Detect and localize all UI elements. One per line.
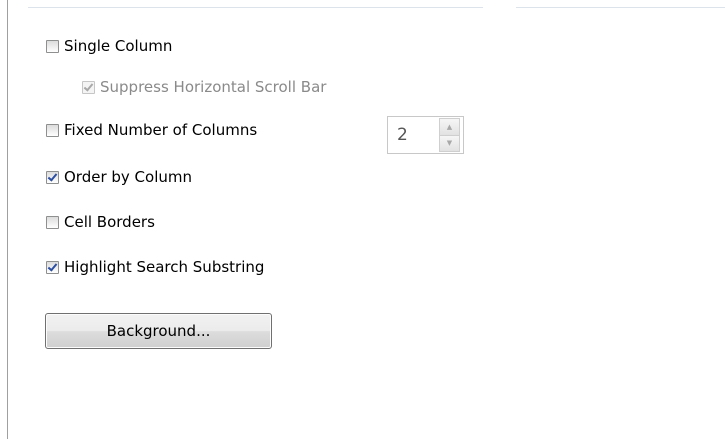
top-separator-left bbox=[28, 7, 483, 8]
single-column-option[interactable]: Single Column bbox=[46, 35, 172, 57]
cell-borders-option[interactable]: Cell Borders bbox=[46, 211, 155, 233]
cell-borders-label: Cell Borders bbox=[64, 213, 155, 231]
fixed-number-of-columns-label: Fixed Number of Columns bbox=[64, 121, 258, 139]
suppress-horizontal-scroll-bar-label: Suppress Horizontal Scroll Bar bbox=[100, 78, 327, 96]
background-button[interactable]: Background... bbox=[45, 313, 272, 349]
order-by-column-option[interactable]: Order by Column bbox=[46, 166, 192, 188]
spin-down-icon[interactable]: ▼ bbox=[439, 135, 460, 152]
columns-count-value[interactable]: 2 bbox=[388, 117, 439, 153]
columns-count-spinner[interactable]: 2 ▲ ▼ bbox=[387, 116, 464, 154]
fixed-number-of-columns-option[interactable]: Fixed Number of Columns bbox=[46, 119, 257, 141]
spin-up-icon[interactable]: ▲ bbox=[439, 118, 460, 136]
cell-borders-checkbox[interactable] bbox=[46, 215, 59, 229]
suppress-horizontal-scroll-bar-option[interactable]: Suppress Horizontal Scroll Bar bbox=[82, 76, 326, 98]
top-separator-right bbox=[516, 7, 725, 8]
order-by-column-checkbox[interactable] bbox=[46, 170, 59, 184]
panel-left-border bbox=[7, 0, 8, 439]
single-column-checkbox[interactable] bbox=[46, 39, 59, 53]
highlight-search-substring-checkbox[interactable] bbox=[46, 260, 59, 274]
highlight-search-substring-option[interactable]: Highlight Search Substring bbox=[46, 256, 264, 278]
order-by-column-label: Order by Column bbox=[64, 168, 193, 186]
fixed-number-of-columns-checkbox[interactable] bbox=[46, 123, 59, 137]
suppress-horizontal-scroll-bar-checkbox[interactable] bbox=[82, 80, 95, 94]
spinner-buttons: ▲ ▼ bbox=[439, 118, 460, 152]
highlight-search-substring-label: Highlight Search Substring bbox=[64, 258, 265, 276]
single-column-label: Single Column bbox=[64, 37, 173, 55]
